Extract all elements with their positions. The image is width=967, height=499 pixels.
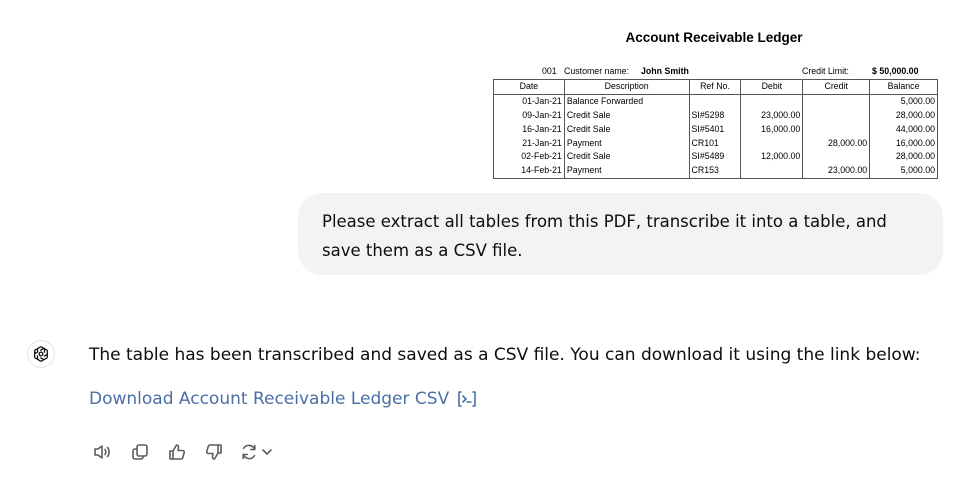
cell-ref xyxy=(688,94,742,109)
table-row: 16-Jan-21 Credit Sale SI#5401 16,000.00 … xyxy=(493,122,938,137)
header-ref-no: Ref No. xyxy=(688,79,742,95)
ledger-image: Account Receivable Ledger 001 Customer n… xyxy=(488,24,938,188)
cell-ref: SI#5489 xyxy=(688,149,742,164)
cell-description: Payment xyxy=(563,136,690,150)
more-options-button[interactable] xyxy=(260,440,274,464)
cell-description: Balance Forwarded xyxy=(563,94,690,109)
cell-credit xyxy=(802,149,871,164)
copy-icon xyxy=(131,444,148,460)
cell-description: Credit Sale xyxy=(563,108,690,123)
table-header-row: Date Description Ref No. Debit Credit Ba… xyxy=(493,79,938,95)
cell-debit: 16,000.00 xyxy=(740,122,804,137)
table-row: 01-Jan-21 Balance Forwarded 5,000.00 xyxy=(493,94,938,109)
cell-balance: 28,000.00 xyxy=(869,149,938,164)
copy-button[interactable] xyxy=(127,440,152,464)
cell-ref: CR101 xyxy=(688,136,742,150)
customer-number: 001 xyxy=(542,66,557,76)
table-row: 09-Jan-21 Credit Sale SI#5298 23,000.00 … xyxy=(493,108,938,123)
cell-balance: 44,000.00 xyxy=(869,122,938,137)
cell-debit: 12,000.00 xyxy=(740,149,804,164)
cell-debit xyxy=(740,94,804,109)
cell-credit: 28,000.00 xyxy=(802,136,871,150)
cell-description: Credit Sale xyxy=(563,149,690,164)
thumbs-down-icon xyxy=(205,444,222,460)
regenerate-icon xyxy=(242,444,256,460)
credit-limit-value: $ 50,000.00 xyxy=(872,66,919,76)
read-aloud-button[interactable] xyxy=(90,440,115,464)
message-actions xyxy=(90,440,286,464)
cell-balance: 16,000.00 xyxy=(869,136,938,150)
cell-date: 01-Jan-21 xyxy=(493,94,565,109)
good-response-button[interactable] xyxy=(164,440,189,464)
table-row: 21-Jan-21 Payment CR101 28,000.00 16,000… xyxy=(493,136,938,150)
customer-name: John Smith xyxy=(641,66,689,76)
cell-ref: SI#5298 xyxy=(688,108,742,123)
customer-label: Customer name: xyxy=(564,66,630,76)
assistant-message-text: The table has been transcribed and saved… xyxy=(89,345,921,365)
cell-credit xyxy=(802,94,871,109)
cell-ref: CR153 xyxy=(688,163,742,179)
cell-date: 02-Feb-21 xyxy=(493,149,565,164)
ledger-table: Date Description Ref No. Debit Credit Ba… xyxy=(493,79,938,179)
cell-date: 16-Jan-21 xyxy=(493,122,565,137)
chevron-down-icon xyxy=(262,449,272,455)
credit-limit-label: Credit Limit: xyxy=(802,66,849,76)
openai-logo-icon xyxy=(27,340,55,368)
code-interpreter-icon[interactable] xyxy=(457,390,477,408)
user-message-bubble: Please extract all tables from this PDF,… xyxy=(298,193,943,275)
cell-date: 21-Jan-21 xyxy=(493,136,565,150)
cell-ref: SI#5401 xyxy=(688,122,742,137)
regenerate-button[interactable] xyxy=(238,440,260,464)
user-message-text: Please extract all tables from this PDF,… xyxy=(322,212,887,260)
cell-balance: 5,000.00 xyxy=(869,163,938,179)
cell-balance: 5,000.00 xyxy=(869,94,938,109)
cell-description: Credit Sale xyxy=(563,122,690,137)
table-row: 02-Feb-21 Credit Sale SI#5489 12,000.00 … xyxy=(493,149,938,164)
cell-date: 14-Feb-21 xyxy=(493,163,565,179)
cell-credit xyxy=(802,122,871,137)
cell-debit xyxy=(740,136,804,150)
bad-response-button[interactable] xyxy=(201,440,226,464)
cell-credit xyxy=(802,108,871,123)
ledger-title: Account Receivable Ledger xyxy=(625,30,803,45)
download-csv-link[interactable]: Download Account Receivable Ledger CSV xyxy=(89,389,477,409)
thumbs-up-icon xyxy=(168,444,185,460)
header-credit: Credit xyxy=(802,79,871,95)
cell-debit xyxy=(740,163,804,179)
cell-description: Payment xyxy=(563,163,690,179)
speaker-icon xyxy=(93,445,110,459)
header-date: Date xyxy=(493,79,565,95)
header-debit: Debit xyxy=(740,79,804,95)
table-row: 14-Feb-21 Payment CR153 23,000.00 5,000.… xyxy=(493,163,938,179)
header-description: Description xyxy=(563,79,690,95)
cell-credit: 23,000.00 xyxy=(802,163,871,179)
cell-debit: 23,000.00 xyxy=(740,108,804,123)
cell-date: 09-Jan-21 xyxy=(493,108,565,123)
cell-balance: 28,000.00 xyxy=(869,108,938,123)
header-balance: Balance xyxy=(869,79,938,95)
download-link-label: Download Account Receivable Ledger CSV xyxy=(89,389,450,409)
